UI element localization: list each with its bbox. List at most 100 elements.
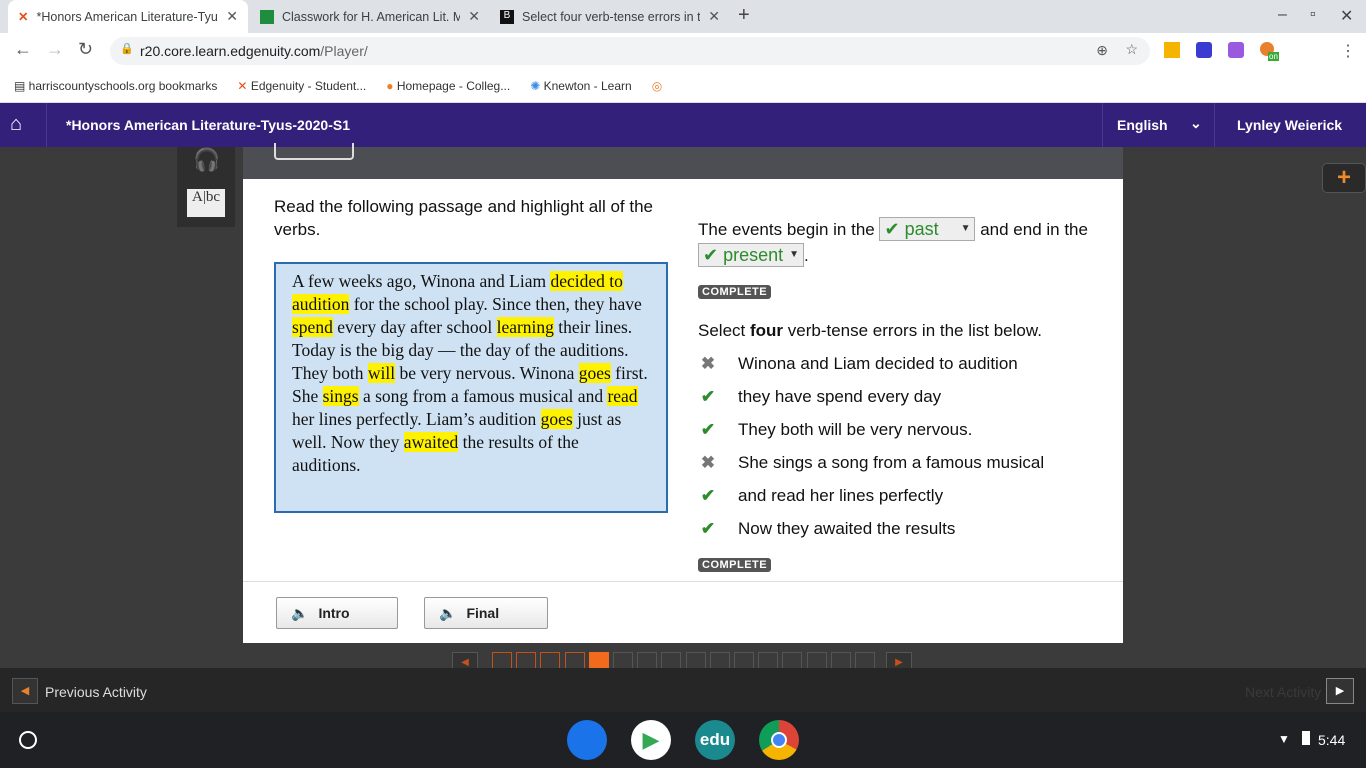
close-tab-icon[interactable]: ✕ [226,8,238,25]
highlighted-verb[interactable]: goes [540,409,573,429]
wifi-icon[interactable]: ▼ [1278,732,1290,746]
passage-text[interactable]: a song from a famous musical and [359,386,608,406]
play-store-icon[interactable]: ▶ [631,720,671,760]
files-icon[interactable] [567,720,607,760]
audio-bar: 🔈 Intro 🔈 Final [243,581,1123,643]
bookmarks-bar: ▤ harriscountyschools.org bookmarks ✕ Ed… [0,69,1366,103]
highlighted-verb[interactable]: spend [292,317,333,337]
new-tab-icon[interactable]: + [738,4,750,27]
language-select[interactable]: English [1117,117,1168,133]
brainly-icon: B [500,9,514,24]
instruction: Read the following passage and highlight… [274,197,653,239]
complete-badge: COMPLETE [698,285,772,299]
bookmark-edgenuity[interactable]: ✕ Edgenuity - Student... [237,79,366,93]
extension-badge: on [1268,52,1279,61]
bookmark-folder[interactable]: ▤ harriscountyschools.org bookmarks [14,79,217,93]
check-icon: ✔ [700,387,716,406]
error-option-label: Winona and Liam decided to audition [738,354,1018,373]
highlighted-verb[interactable]: awaited [403,432,459,452]
close-tab-icon[interactable]: ✕ [468,8,480,25]
user-name[interactable]: Lynley Weierick [1237,117,1342,133]
highlighted-verb[interactable]: learning [496,317,554,337]
tool-sidebar: 🎧 A|bc [177,147,235,227]
passage[interactable]: A few weeks ago, Winona and Liam decided… [274,262,668,513]
back-icon[interactable]: ← [14,39,32,60]
error-option[interactable]: ✔ They both will be very nervous. [698,420,972,440]
x-icon: ✖ [700,453,716,472]
tense-select-end[interactable]: ✔ present ▼ [698,243,804,267]
rw-ext-icon[interactable] [1228,42,1244,58]
check-icon: ✔ [700,420,716,439]
tab-bar: ✕*Honors American Literature-Tyus-2020-S… [0,0,1366,33]
final-audio-button[interactable]: 🔈 Final [424,597,548,629]
launcher-icon[interactable] [19,731,37,749]
highlighted-verb[interactable]: read [607,386,638,406]
chevron-down-icon[interactable]: ⌄ [1190,115,1202,132]
highlighted-verb[interactable]: goes [578,363,611,383]
activity-footer: ◀ Previous Activity Next Activity ▶ [0,668,1366,712]
error-option-label: Now they awaited the results [738,519,956,538]
tab-classroom[interactable]: Classwork for H. American Lit. M ✕ [250,0,490,33]
page-navigator: ◀ ▶ [452,652,912,672]
course-title: *Honors American Literature-Tyus-2020-S1 [66,117,350,133]
passage-text[interactable]: for the school play. Since then, they ha… [349,294,642,314]
close-window-icon[interactable]: ✕ [1340,6,1353,26]
zoom-icon[interactable]: ⊕ [1096,42,1108,59]
reload-icon[interactable]: ↻ [78,39,93,60]
previous-activity-button[interactable]: Previous Activity [45,684,147,700]
check-icon: ✔ [884,219,900,239]
classroom-ext-icon[interactable] [1164,42,1180,58]
tab-edgenuity[interactable]: ✕*Honors American Literature-Tyus-2020-S… [8,0,248,33]
error-option-label: they have spend every day [738,387,942,406]
speaker-icon: 🔈 [439,604,457,621]
url-field[interactable]: 🔒 r20.core.learn.edgenuity.com/Player/ ⊕… [110,37,1150,65]
prev-activity-icon[interactable]: ◀ [12,678,38,704]
edgenuity-icon: ✕ [18,10,29,24]
clock[interactable]: 5:44 [1318,732,1345,748]
headphones-icon[interactable]: 🎧 [193,147,220,173]
toolbar-button[interactable] [274,143,354,160]
bookmark-star-icon[interactable]: ☆ [1125,41,1138,58]
error-option[interactable]: ✔ and read her lines perfectly [698,486,943,506]
check-icon: ✔ [700,486,716,505]
minimize-icon[interactable]: – [1278,6,1287,24]
passage-text[interactable]: her lines perfectly. Liam’s audition [292,409,541,429]
menu-icon[interactable]: ⋮ [1340,41,1356,61]
x-icon: ✖ [700,354,716,373]
dictionary-icon[interactable]: A|bc [187,189,225,217]
app-header: ⌂ *Honors American Literature-Tyus-2020-… [0,103,1366,147]
next-activity-button[interactable]: Next Activity [1245,684,1321,700]
plus-icon[interactable]: + [1322,163,1366,193]
intro-audio-button[interactable]: 🔈 Intro [276,597,398,629]
question-errors-prompt: Select four verb-tense errors in the lis… [698,321,1042,340]
error-option[interactable]: ✔ they have spend every day [698,387,941,407]
chrome-icon[interactable] [759,720,799,760]
passage-text[interactable]: A few weeks ago, Winona and Liam [292,271,550,291]
question-tense: The events begin in the ✔ past ▼ and end … [698,217,1088,267]
close-tab-icon[interactable]: ✕ [708,8,720,25]
check-icon: ✔ [700,519,716,538]
tense-select-begin[interactable]: ✔ past ▼ [879,217,976,241]
passage-text[interactable]: every day after school [333,317,497,337]
error-option[interactable]: ✔ Now they awaited the results [698,519,955,539]
bookmark-knewton[interactable]: ✺ Knewton - Learn [530,79,631,93]
check-icon: ✔ [703,245,719,265]
edu-icon[interactable]: edu [695,720,735,760]
forward-icon[interactable]: → [46,39,64,60]
error-option[interactable]: ✖ She sings a song from a famous musical [698,453,1044,473]
highlighted-verb[interactable]: sings [322,386,359,406]
c-ext-icon[interactable] [1196,42,1212,58]
maximize-icon[interactable]: ▫ [1310,6,1316,24]
tab-brainly[interactable]: B Select four verb-tense errors in the ✕ [490,0,730,33]
highlighted-verb[interactable]: will [367,363,396,383]
bookmark-college[interactable]: ● Homepage - Colleg... [386,79,510,93]
passage-text[interactable]: be very nervous. Winona [395,363,579,383]
battery-icon[interactable] [1302,731,1310,745]
error-option[interactable]: ✖ Winona and Liam decided to audition [698,354,1018,374]
lock-icon: 🔒 [120,43,134,55]
ck12-icon[interactable]: ◎ [652,79,662,93]
home-icon[interactable]: ⌂ [10,113,22,136]
error-option-label: and read her lines perfectly [738,486,944,505]
next-activity-icon[interactable]: ▶ [1326,678,1354,704]
error-option-label: They both will be very nervous. [738,420,973,439]
